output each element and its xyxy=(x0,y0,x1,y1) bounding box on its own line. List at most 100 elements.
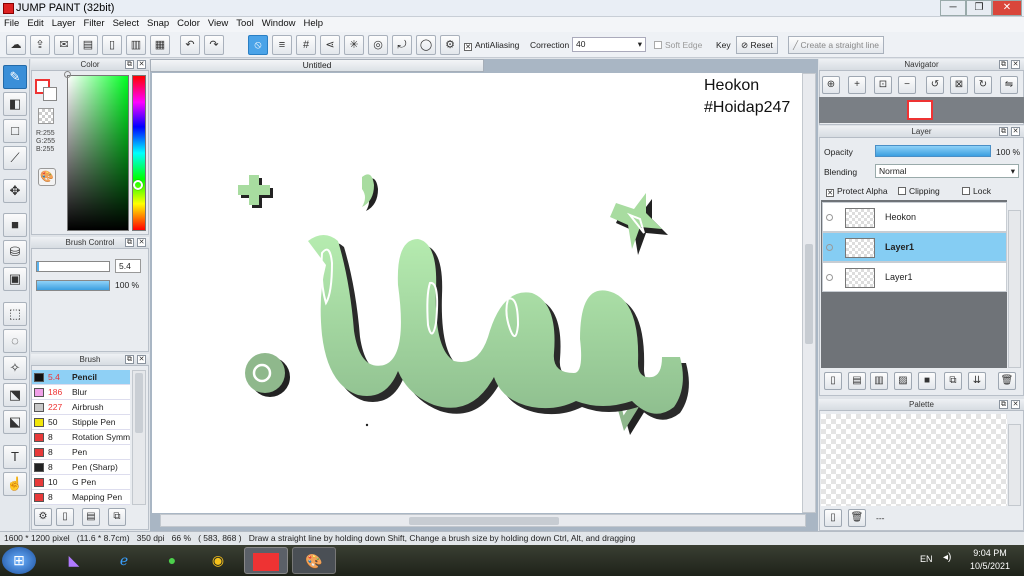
circle-icon[interactable]: ◯ xyxy=(416,35,436,55)
gradient-icon[interactable]: ▣ xyxy=(3,267,27,291)
menu-file[interactable]: File xyxy=(0,17,23,29)
menu-view[interactable]: View xyxy=(204,17,232,29)
navigator-viewport[interactable] xyxy=(907,100,933,120)
soft-edge-toggle[interactable]: Soft Edge xyxy=(654,40,702,50)
zoom-in-icon[interactable]: + xyxy=(848,76,866,94)
radial-icon[interactable]: ✳ xyxy=(344,35,364,55)
rectangle-icon[interactable]: □ xyxy=(3,119,27,143)
curve-icon[interactable]: ⤾ xyxy=(392,35,412,55)
menu-color[interactable]: Color xyxy=(173,17,204,29)
lock-checkbox[interactable] xyxy=(962,187,970,195)
vertical-scroll-thumb[interactable] xyxy=(805,244,813,344)
delete-layer-icon[interactable]: 🗑 xyxy=(998,372,1016,390)
menu-help[interactable]: Help xyxy=(300,17,328,29)
duplicate-layer-icon[interactable]: ⧉ xyxy=(944,372,962,390)
brush-list-scrollbar[interactable] xyxy=(132,370,146,505)
float-icon[interactable]: ⧉ xyxy=(125,355,134,364)
clipping-toggle[interactable]: Clipping xyxy=(898,186,940,196)
jump-paint-taskbar-icon[interactable] xyxy=(244,547,288,574)
close-icon[interactable]: ✕ xyxy=(137,60,146,69)
internet-explorer-icon[interactable]: ℯ xyxy=(102,547,146,574)
drawing-canvas[interactable]: Heokon #Hoidap247 xyxy=(152,73,802,513)
brush-menu-icon[interactable]: ▤ xyxy=(82,508,100,526)
undo-icon[interactable]: ↶ xyxy=(180,35,200,55)
antialiasing-checkbox[interactable]: ✕ xyxy=(464,43,472,51)
visibility-icon[interactable] xyxy=(826,274,833,281)
brush-row-pen[interactable]: 8 Pen xyxy=(32,445,130,460)
brush-settings-icon[interactable]: ⚙ xyxy=(34,508,52,526)
chrome-icon[interactable]: ◉ xyxy=(196,547,240,574)
export-icon[interactable]: ⇪ xyxy=(30,35,50,55)
menu-snap[interactable]: Snap xyxy=(143,17,173,29)
vanishing-point-icon[interactable]: ⋖ xyxy=(320,35,340,55)
close-button[interactable]: ✕ xyxy=(992,0,1022,16)
palette-swatches[interactable] xyxy=(821,414,1007,506)
rotate-left-icon[interactable]: ↺ xyxy=(926,76,944,94)
menu-layer[interactable]: Layer xyxy=(48,17,80,29)
vertical-scrollbar[interactable] xyxy=(802,73,816,513)
cloud-icon[interactable]: ☁ xyxy=(6,35,26,55)
soft-edge-checkbox[interactable] xyxy=(654,41,662,49)
brush-list-scroll-thumb[interactable] xyxy=(135,373,143,433)
fill-rect-icon[interactable]: ■ xyxy=(3,213,27,237)
straight-line-button[interactable]: ╱ Create a straight line xyxy=(788,36,884,54)
volume-icon[interactable]: ◂) xyxy=(943,552,951,563)
hand-icon[interactable]: ☝ xyxy=(3,472,27,496)
new-layer-icon[interactable]: ▯ xyxy=(824,372,842,390)
select-pen-icon[interactable]: ⬔ xyxy=(3,383,27,407)
no-snap-icon[interactable]: ⦸ xyxy=(248,35,268,55)
language-indicator[interactable]: EN xyxy=(920,554,933,564)
protect-alpha-toggle[interactable]: ✕ Protect Alpha xyxy=(826,186,888,197)
brush-row-pencil[interactable]: 5.4 Pencil xyxy=(32,370,130,385)
paint-app-icon[interactable]: 🎨 xyxy=(292,547,336,574)
halftone-layer-icon[interactable]: ▨ xyxy=(894,372,912,390)
line-tool-icon[interactable]: ⟋ xyxy=(3,146,27,170)
clipping-checkbox[interactable] xyxy=(898,187,906,195)
color-cursor[interactable] xyxy=(64,71,71,78)
new-brush-icon[interactable]: ▯ xyxy=(56,508,74,526)
rotate-reset-icon[interactable]: ⊠ xyxy=(950,76,968,94)
menu-filter[interactable]: Filter xyxy=(79,17,108,29)
delete-palette-icon[interactable]: 🗑 xyxy=(848,509,866,527)
close-icon[interactable]: ✕ xyxy=(1011,60,1020,69)
lasso-icon[interactable]: ◌ xyxy=(3,329,27,353)
bucket-icon[interactable]: ⛁ xyxy=(3,240,27,264)
redo-icon[interactable]: ↷ xyxy=(204,35,224,55)
hue-slider[interactable] xyxy=(132,75,146,231)
zoom-actual-icon[interactable]: ⊡ xyxy=(874,76,892,94)
text-icon[interactable]: T xyxy=(3,445,27,469)
brush-icon[interactable]: ✎ xyxy=(3,65,27,89)
correction-select[interactable]: 40 ▾ xyxy=(572,37,646,52)
cross-lines-icon[interactable]: # xyxy=(296,35,316,55)
visibility-icon[interactable] xyxy=(826,244,833,251)
float-icon[interactable]: ⧉ xyxy=(125,238,134,247)
float-icon[interactable]: ⧉ xyxy=(999,127,1008,136)
hue-handle[interactable] xyxy=(133,180,143,190)
select-eraser-icon[interactable]: ⬕ xyxy=(3,410,27,434)
transparent-swatch[interactable] xyxy=(38,108,54,124)
float-icon[interactable]: ⧉ xyxy=(125,60,134,69)
select-rect-icon[interactable]: ⬚ xyxy=(3,302,27,326)
brush-opacity-slider[interactable] xyxy=(36,280,110,291)
navigator-preview[interactable] xyxy=(819,97,1024,123)
lock-toggle[interactable]: Lock xyxy=(962,186,991,196)
zoom-out-icon[interactable]: − xyxy=(898,76,916,94)
menu-window[interactable]: Window xyxy=(258,17,300,29)
close-icon[interactable]: ✕ xyxy=(1011,400,1020,409)
brush-row-stipple[interactable]: 50 Stipple Pen xyxy=(32,415,130,430)
copy-brush-icon[interactable]: ⧉ xyxy=(108,508,126,526)
layer-list-scrollbar[interactable] xyxy=(1008,210,1021,368)
horizontal-scroll-thumb[interactable] xyxy=(409,517,559,525)
merge-layer-icon[interactable]: ⇊ xyxy=(968,372,986,390)
palette-picker-icon[interactable]: 🎨 xyxy=(38,168,56,186)
layer-row-layer1[interactable]: Layer1 xyxy=(822,262,1007,292)
flip-icon[interactable]: ⇋ xyxy=(1000,76,1018,94)
secondary-color-swatch[interactable] xyxy=(43,87,57,101)
saturation-value-picker[interactable] xyxy=(67,75,129,231)
parallel-lines-icon[interactable]: ≡ xyxy=(272,35,292,55)
close-icon[interactable]: ✕ xyxy=(137,238,146,247)
reset-button[interactable]: ⊘ Reset xyxy=(736,36,778,54)
palette-scrollbar[interactable] xyxy=(1008,424,1021,506)
brush-size-slider[interactable] xyxy=(36,261,110,272)
folder-icon[interactable]: ■ xyxy=(918,372,936,390)
